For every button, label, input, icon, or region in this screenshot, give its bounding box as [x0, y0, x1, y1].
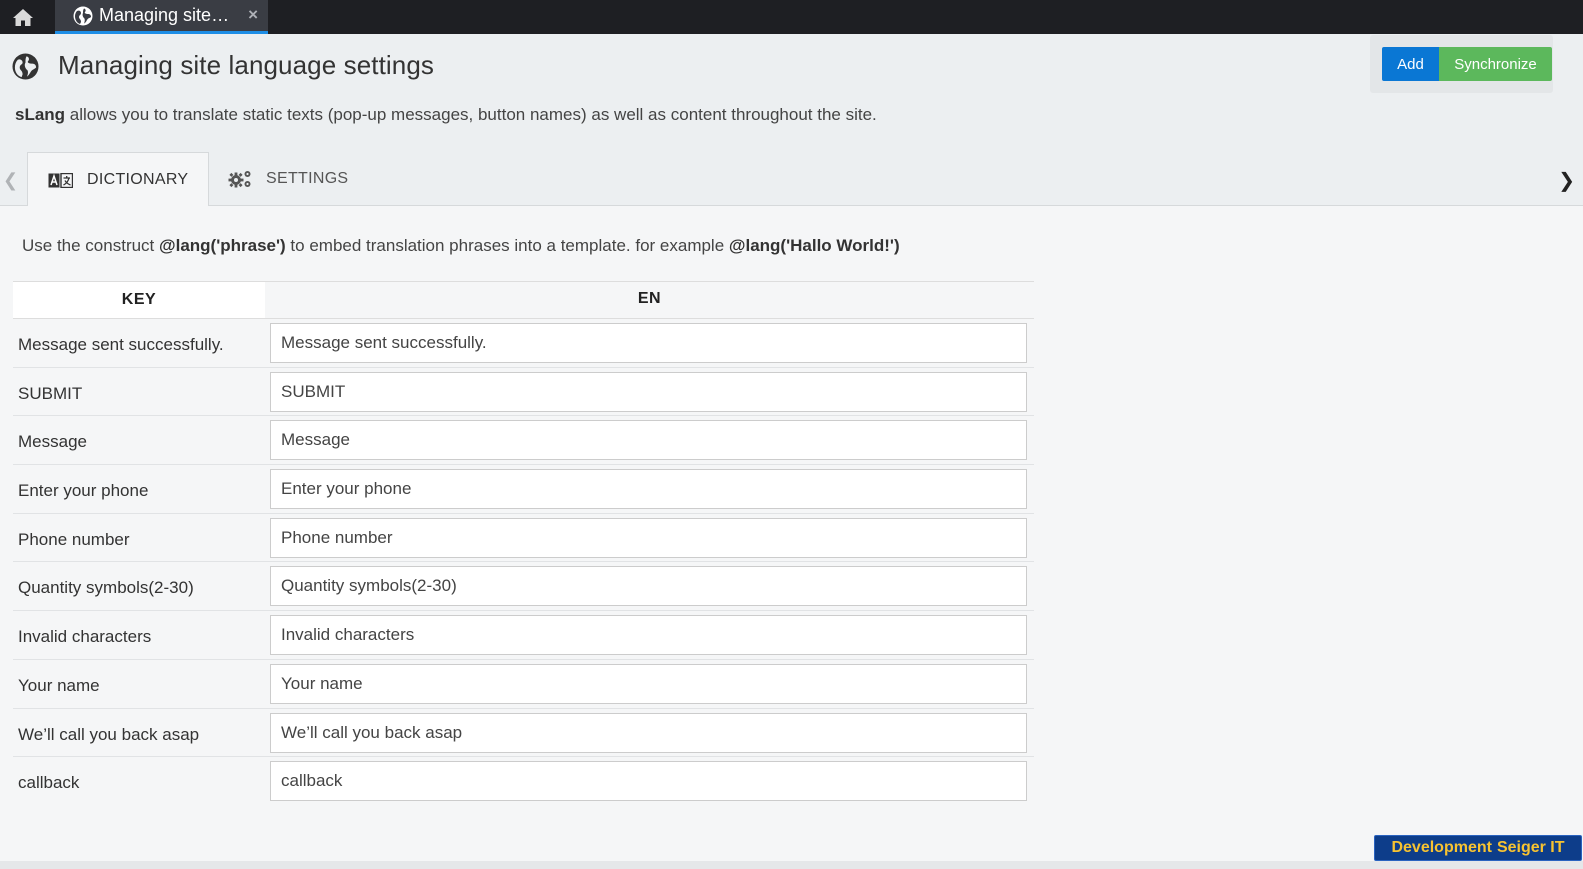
row-key: Enter your phone — [18, 481, 149, 501]
tab-settings-label: SETTINGS — [266, 170, 349, 187]
close-icon[interactable]: × — [248, 5, 258, 25]
bottom-strip — [0, 861, 1583, 869]
table-header: KEY EN — [13, 281, 1034, 319]
translation-input[interactable] — [270, 761, 1027, 802]
row-key: Your name — [18, 675, 100, 695]
dictionary-panel: Use the construct @lang('phrase') to emb… — [0, 206, 1583, 861]
description-brand: sLang — [15, 105, 66, 124]
table-row: Enter your phone — [13, 465, 1034, 514]
table-row: callback — [13, 757, 1034, 806]
translation-input[interactable] — [270, 371, 1027, 412]
top-bar: Managing site… × — [0, 0, 1583, 34]
info-code-1: @lang('phrase') — [159, 236, 286, 255]
table-row: Phone number — [13, 514, 1034, 563]
column-header-key: KEY — [13, 282, 265, 318]
developer-badge[interactable]: Development Seiger IT — [1374, 835, 1582, 861]
translation-input[interactable] — [270, 323, 1027, 363]
description-text: allows you to translate static texts (po… — [65, 105, 877, 124]
translation-input[interactable] — [270, 566, 1027, 607]
row-key: Message — [18, 432, 87, 452]
translation-input[interactable] — [270, 469, 1027, 510]
table-row: SUBMIT — [13, 368, 1034, 417]
synchronize-button[interactable]: Synchronize — [1439, 47, 1552, 81]
column-header-en: EN — [637, 290, 662, 307]
document-tab[interactable]: Managing site… × — [55, 0, 268, 34]
translation-input[interactable] — [270, 517, 1027, 558]
usage-info: Use the construct @lang('phrase') to emb… — [22, 236, 900, 256]
info-code-2: @lang('Hallo World!') — [728, 236, 900, 255]
tab-dictionary-label: DICTIONARY — [87, 171, 189, 188]
translation-input[interactable] — [270, 663, 1027, 704]
home-button[interactable] — [0, 0, 46, 34]
tab-bar: ❮ DICTIONARY SETTINGS ❯ — [0, 152, 1583, 207]
page-header: Managing site language settings sLang al… — [0, 34, 1583, 152]
translations-table: KEY EN Message sent successfully. SUBMIT… — [13, 281, 1034, 806]
add-button[interactable]: Add — [1382, 47, 1439, 81]
table-row: Invalid characters — [13, 611, 1034, 660]
row-key: Invalid characters — [18, 627, 152, 647]
page-title: Managing site language settings — [58, 50, 435, 80]
table-row: Message — [13, 416, 1034, 466]
table-row: Quantity symbols(2-30) — [13, 562, 1034, 612]
table-row: We’ll call you back asap — [13, 709, 1034, 758]
page-description: sLang allows you to translate static tex… — [15, 105, 877, 125]
info-text-2: to embed translation phrases into a temp… — [285, 236, 729, 255]
action-buttons: Add Synchronize — [1370, 35, 1553, 93]
table-row: Message sent successfully. — [13, 319, 1034, 368]
translation-input[interactable] — [270, 712, 1027, 753]
gears-icon — [228, 171, 251, 188]
translation-input[interactable] — [270, 615, 1027, 656]
globe-icon — [12, 53, 39, 80]
tab-dictionary[interactable]: DICTIONARY — [27, 152, 209, 207]
row-key: Quantity symbols(2-30) — [18, 578, 194, 598]
row-key: SUBMIT — [18, 383, 83, 403]
info-text-1: Use the construct — [22, 236, 160, 255]
tab-scroll-right-icon[interactable]: ❯ — [1558, 168, 1575, 193]
table-row: Your name — [13, 660, 1034, 709]
row-key: callback — [18, 773, 80, 793]
badge-text-1: Development — [1391, 839, 1492, 856]
row-key: Message sent successfully. — [18, 335, 224, 354]
row-key: We’ll call you back asap — [18, 724, 200, 744]
globe-icon — [73, 6, 93, 25]
tab-scroll-left-icon[interactable]: ❮ — [3, 170, 18, 191]
row-key: Phone number — [18, 529, 130, 549]
badge-text-2: Seiger IT — [1496, 839, 1565, 856]
tab-settings[interactable]: SETTINGS — [210, 152, 370, 206]
dictionary-icon — [48, 172, 73, 188]
translation-input[interactable] — [270, 420, 1027, 461]
home-icon — [13, 8, 33, 26]
document-tab-title: Managing site… — [99, 5, 230, 25]
